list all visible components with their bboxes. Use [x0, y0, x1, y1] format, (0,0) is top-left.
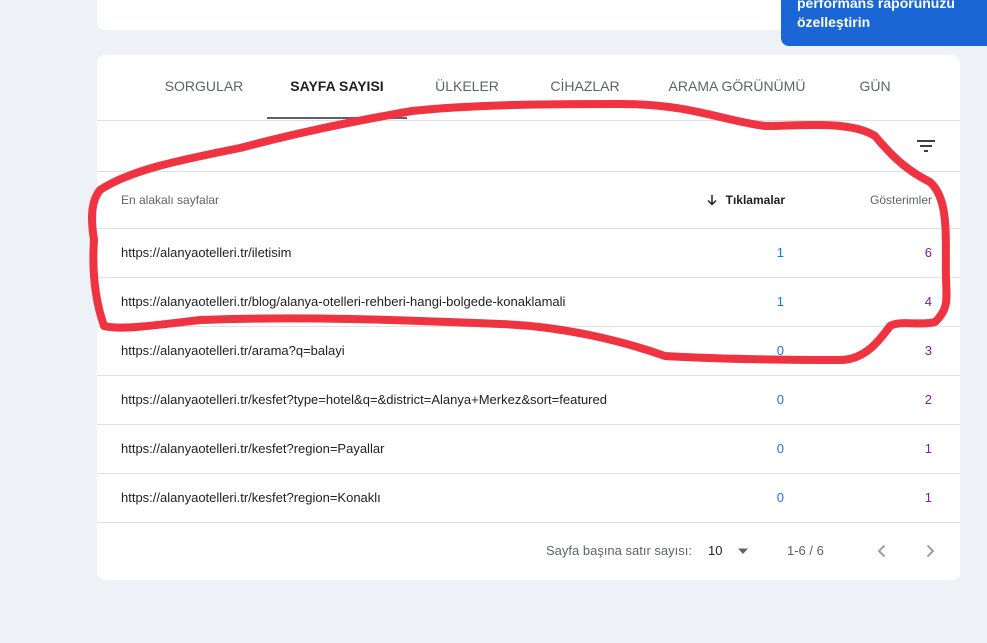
row-impressions: 4 [924, 294, 932, 309]
row-clicks: 0 [776, 441, 784, 456]
table-row[interactable]: https://alanyaotelleri.tr/kesfet?type=ho… [97, 376, 960, 425]
filter-icon [917, 140, 935, 152]
row-clicks: 1 [776, 294, 784, 309]
table-header: En alakalı sayfalar Tıklamalar Gösteriml… [97, 172, 960, 229]
chevron-right-icon[interactable] [918, 539, 942, 563]
pagination: Sayfa başına satır sayısı: 10 1-6 / 6 [97, 526, 960, 580]
table-row[interactable]: https://alanyaotelleri.tr/blog/alanya-ot… [97, 278, 960, 327]
row-clicks: 0 [776, 343, 784, 358]
row-url: https://alanyaotelleri.tr/arama?q=balayi [121, 343, 345, 358]
dimension-tabs: SORGULAR SAYFA SAYISI ÜLKELER CİHAZLAR A… [97, 55, 960, 121]
tab-queries[interactable]: SORGULAR [152, 55, 256, 119]
row-impressions: 1 [924, 441, 932, 456]
tab-devices[interactable]: CİHAZLAR [537, 55, 633, 119]
table-row[interactable]: https://alanyaotelleri.tr/kesfet?region=… [97, 474, 960, 523]
row-impressions: 3 [924, 343, 932, 358]
row-clicks: 1 [776, 245, 784, 260]
header-impressions[interactable]: Gösterimler [870, 172, 932, 228]
tab-day[interactable]: GÜN [842, 55, 908, 119]
report-card: SORGULAR SAYFA SAYISI ÜLKELER CİHAZLAR A… [97, 55, 960, 580]
header-clicks[interactable]: Tıklamalar [706, 172, 785, 228]
row-impressions: 1 [924, 490, 932, 505]
arrow-down-icon [707, 195, 717, 206]
header-top-pages: En alakalı sayfalar [121, 193, 220, 207]
filter-button[interactable] [914, 134, 938, 158]
rows-per-page-select[interactable]: 10 [708, 526, 722, 576]
tab-pages[interactable]: SAYFA SAYISI [267, 55, 407, 119]
row-impressions: 6 [924, 245, 932, 260]
page-range: 1-6 / 6 [787, 543, 824, 558]
row-url: https://alanyaotelleri.tr/kesfet?region=… [121, 490, 381, 505]
row-url: https://alanyaotelleri.tr/iletisim [121, 245, 292, 260]
row-clicks: 0 [776, 490, 784, 505]
toast-line-1: performans raporunuzu [797, 0, 955, 11]
tab-countries[interactable]: ÜLKELER [422, 55, 512, 119]
toast-line-2: özelleştirin [797, 14, 871, 30]
customize-report-toast[interactable]: performans raporunuzu özelleştirin [781, 0, 987, 46]
row-url: https://alanyaotelleri.tr/kesfet?region=… [121, 441, 385, 456]
table-body: https://alanyaotelleri.tr/iletisim 1 6 h… [97, 229, 960, 523]
row-url: https://alanyaotelleri.tr/kesfet?type=ho… [121, 392, 607, 407]
row-url: https://alanyaotelleri.tr/blog/alanya-ot… [121, 294, 566, 309]
table-row[interactable]: https://alanyaotelleri.tr/arama?q=balayi… [97, 327, 960, 376]
filter-bar [97, 120, 960, 172]
table-row[interactable]: https://alanyaotelleri.tr/kesfet?region=… [97, 425, 960, 474]
table-row[interactable]: https://alanyaotelleri.tr/iletisim 1 6 [97, 229, 960, 278]
caret-down-icon[interactable] [736, 544, 750, 558]
row-impressions: 2 [924, 392, 932, 407]
header-clicks-label: Tıklamalar [725, 193, 785, 207]
tab-search-appearance[interactable]: ARAMA GÖRÜNÜMÜ [659, 55, 815, 119]
rows-per-page-label: Sayfa başına satır sayısı: [546, 543, 692, 558]
row-clicks: 0 [776, 392, 784, 407]
chevron-left-icon[interactable] [870, 539, 894, 563]
